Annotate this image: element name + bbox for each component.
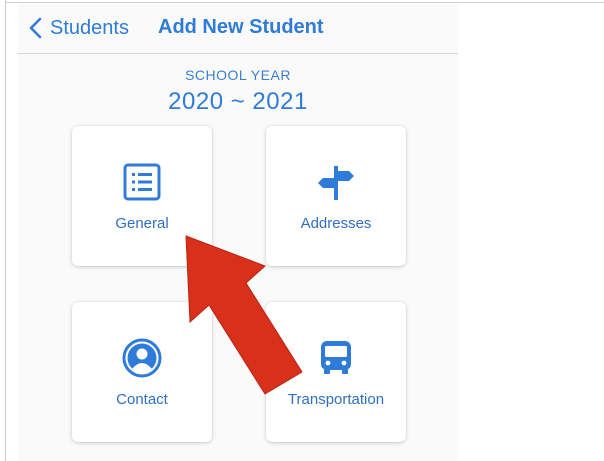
school-year-label: SCHOOL YEAR xyxy=(185,67,291,83)
frame-border-left xyxy=(5,0,6,461)
app-screen: Students Add New Student SCHOOL YEAR 202… xyxy=(18,4,458,461)
contact-tile[interactable]: Contact xyxy=(72,302,212,442)
person-icon xyxy=(122,338,162,378)
school-year-value: 2020 ~ 2021 xyxy=(168,88,308,115)
navigation-bar: Students Add New Student xyxy=(18,4,458,52)
addresses-tile-label: Addresses xyxy=(300,215,372,232)
general-tile[interactable]: General xyxy=(72,126,212,266)
chevron-left-icon xyxy=(29,17,42,39)
bus-icon xyxy=(321,341,351,374)
addresses-tile[interactable]: Addresses xyxy=(266,126,406,266)
frame-border-top xyxy=(5,2,604,3)
transportation-tile-label: Transportation xyxy=(287,391,385,408)
page-title: Add New Student xyxy=(158,16,324,38)
back-button[interactable]: Students xyxy=(26,13,129,43)
nav-divider xyxy=(18,53,458,54)
screenshot-frame: Students Add New Student SCHOOL YEAR 202… xyxy=(0,0,604,461)
general-tile-label: General xyxy=(115,215,169,232)
back-button-label: Students xyxy=(50,16,129,39)
signpost-icon xyxy=(318,166,354,200)
transportation-tile[interactable]: Transportation xyxy=(266,302,406,442)
contact-tile-label: Contact xyxy=(116,391,168,408)
list-icon xyxy=(123,163,161,201)
